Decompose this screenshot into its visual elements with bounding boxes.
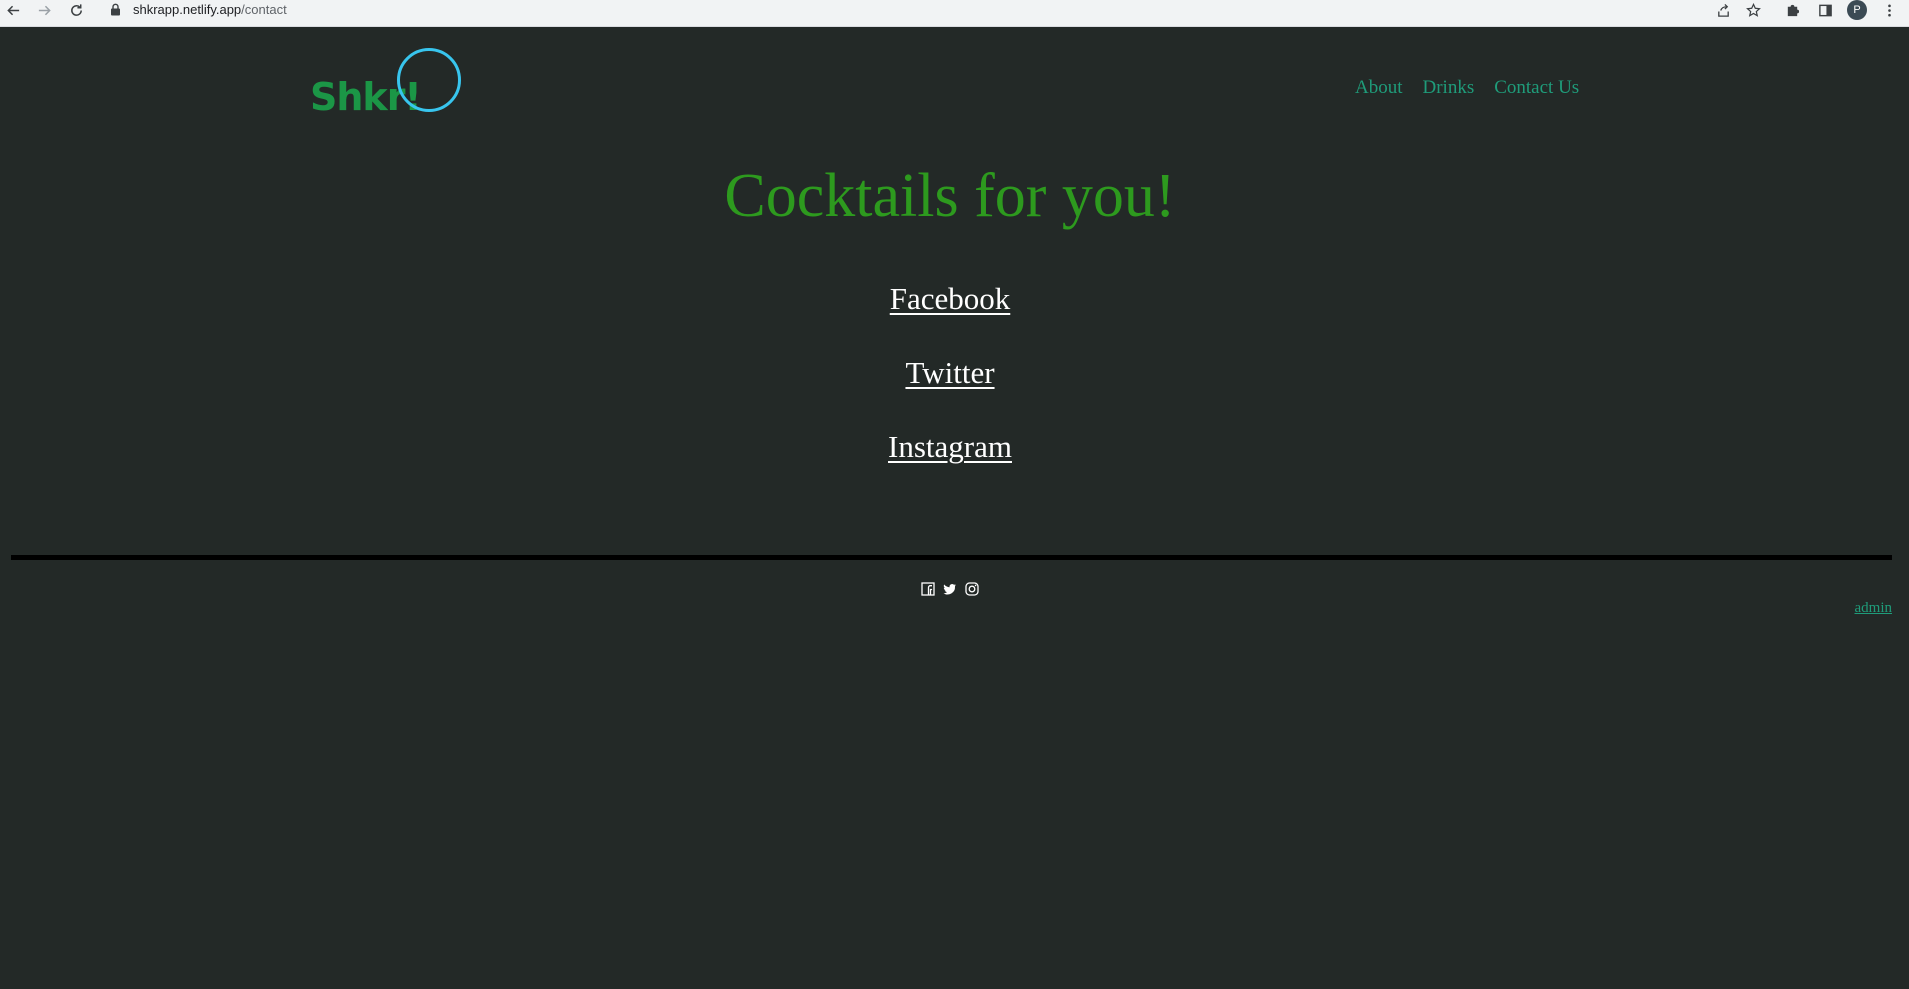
facebook-link[interactable]: Facebook — [890, 281, 1011, 317]
profile-avatar[interactable]: P — [1847, 0, 1867, 20]
forward-button[interactable] — [31, 0, 57, 20]
nav-link-drinks[interactable]: Drinks — [1423, 76, 1475, 100]
facebook-icon[interactable] — [921, 581, 935, 597]
instagram-icon[interactable] — [965, 581, 979, 597]
nav-link-contact-us[interactable]: Contact Us — [1494, 76, 1579, 100]
instagram-link[interactable]: Instagram — [888, 429, 1012, 465]
reload-icon — [70, 3, 82, 16]
share-button[interactable] — [1713, 0, 1733, 20]
url-host: shkrapp.netlify.app — [133, 2, 242, 17]
back-button[interactable] — [0, 0, 26, 20]
reload-button[interactable] — [63, 0, 89, 20]
footer-divider — [11, 555, 1892, 560]
url-path: /contact — [241, 2, 287, 17]
browser-menu-button[interactable] — [1879, 0, 1899, 20]
twitter-icon[interactable] — [943, 581, 957, 597]
site-logo[interactable]: Shkr! — [310, 46, 465, 126]
arrow-left-icon — [6, 5, 19, 15]
lock-icon — [111, 3, 120, 16]
side-panel-icon — [1818, 4, 1832, 16]
extensions-button[interactable] — [1782, 0, 1802, 20]
share-icon — [1717, 3, 1729, 17]
logo-circle — [397, 48, 461, 112]
footer-social-icons — [921, 581, 979, 597]
nav-link-about[interactable]: About — [1355, 76, 1403, 100]
main-nav: About Drinks Contact Us — [1355, 76, 1579, 100]
puzzle-icon — [1787, 4, 1799, 16]
browser-toolbar: shkrapp.netlify.app/contact P — [0, 0, 1909, 27]
arrow-right-icon — [38, 5, 51, 15]
admin-link[interactable]: admin — [1855, 599, 1893, 617]
kebab-menu-icon — [1887, 4, 1891, 16]
bookmark-button[interactable] — [1743, 0, 1763, 20]
page-title: Cocktails for you! — [724, 162, 1176, 230]
twitter-link[interactable]: Twitter — [905, 355, 994, 391]
star-icon — [1745, 2, 1761, 17]
url-text: shkrapp.netlify.app/contact — [133, 1, 287, 18]
social-links: Facebook Twitter Instagram — [0, 281, 1900, 465]
side-panel-button[interactable] — [1815, 0, 1835, 20]
